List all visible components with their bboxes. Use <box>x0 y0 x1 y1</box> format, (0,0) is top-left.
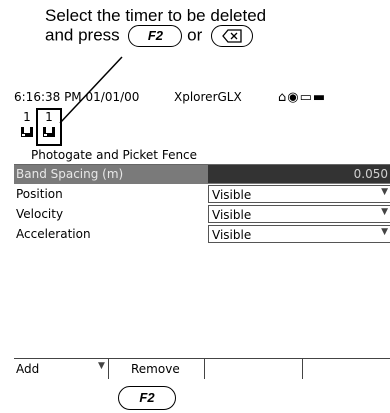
band-spacing-value: 0.050 <box>353 167 388 181</box>
battery-icon: ▬ <box>312 90 327 105</box>
property-row-velocity[interactable]: Velocity Visible ▼ <box>14 205 390 224</box>
velocity-select[interactable]: Visible ▼ <box>208 205 390 223</box>
instruction-callout: Select the timer to be deleted and press… <box>45 6 385 47</box>
sensor-icon-1[interactable]: 1 <box>16 110 38 144</box>
sensor-title: Photogate and Picket Fence <box>31 148 198 162</box>
instruction-line-2: and press F2 or <box>45 25 385 47</box>
status-bar: 6:16:38 PM 01/01/00 XplorerGLX ⌂◉▭▬ <box>14 90 390 106</box>
device-screen: 6:16:38 PM 01/01/00 XplorerGLX ⌂◉▭▬ 1 1 … <box>14 86 390 382</box>
status-date: 01/01/00 <box>85 90 140 104</box>
play-icon[interactable]: ◉ <box>287 90 299 105</box>
f2-key-label: F2 <box>128 25 183 47</box>
add-softkey[interactable]: Add ▼ <box>14 359 109 379</box>
sensor-port-number: 1 <box>23 110 31 124</box>
instruction-line-1: Select the timer to be deleted <box>45 6 267 25</box>
property-label: Position <box>16 187 63 201</box>
status-icons: ⌂◉▭▬ <box>278 90 326 105</box>
softkey-label: Remove <box>131 362 180 376</box>
softkey-label: Add <box>16 362 40 376</box>
band-spacing-field[interactable]: 0.050 <box>208 165 390 183</box>
property-row-position[interactable]: Position Visible ▼ <box>14 185 390 204</box>
sensor-icon-2[interactable]: 1 <box>36 108 62 146</box>
select-value: Visible <box>212 188 252 202</box>
home-icon[interactable]: ⌂ <box>278 90 287 105</box>
folder-icon[interactable]: ▭ <box>300 90 313 105</box>
property-row-band-spacing[interactable]: Band Spacing (m) 0.050 <box>14 164 390 184</box>
chevron-down-icon: ▼ <box>381 187 388 197</box>
status-time: 6:16:38 PM 01/01/00 <box>14 90 140 104</box>
property-label: Acceleration <box>16 227 91 241</box>
select-value: Visible <box>212 208 252 222</box>
app-title: XplorerGLX <box>174 90 242 104</box>
photogate-icon <box>43 127 55 137</box>
position-select[interactable]: Visible ▼ <box>208 185 390 203</box>
softkey-bar: Add ▼ Remove <box>14 358 390 379</box>
sensor-port-number: 1 <box>45 110 53 124</box>
softkey-3[interactable] <box>205 359 303 379</box>
instruction-prefix: and press <box>45 25 120 45</box>
photogate-icon <box>21 127 33 137</box>
property-label: Velocity <box>16 207 64 221</box>
instruction-or: or <box>187 25 203 45</box>
acceleration-select[interactable]: Visible ▼ <box>208 225 390 243</box>
chevron-down-icon: ▼ <box>381 207 388 217</box>
remove-softkey[interactable]: Remove <box>109 359 205 379</box>
softkey-4[interactable] <box>303 359 390 379</box>
backspace-key-icon <box>211 25 253 47</box>
f2-key-label: F2 <box>118 386 176 410</box>
property-row-acceleration[interactable]: Acceleration Visible ▼ <box>14 225 390 244</box>
chevron-down-icon: ▼ <box>98 361 105 371</box>
select-value: Visible <box>212 228 252 242</box>
property-label: Band Spacing (m) <box>16 167 124 181</box>
chevron-down-icon: ▼ <box>381 227 388 237</box>
